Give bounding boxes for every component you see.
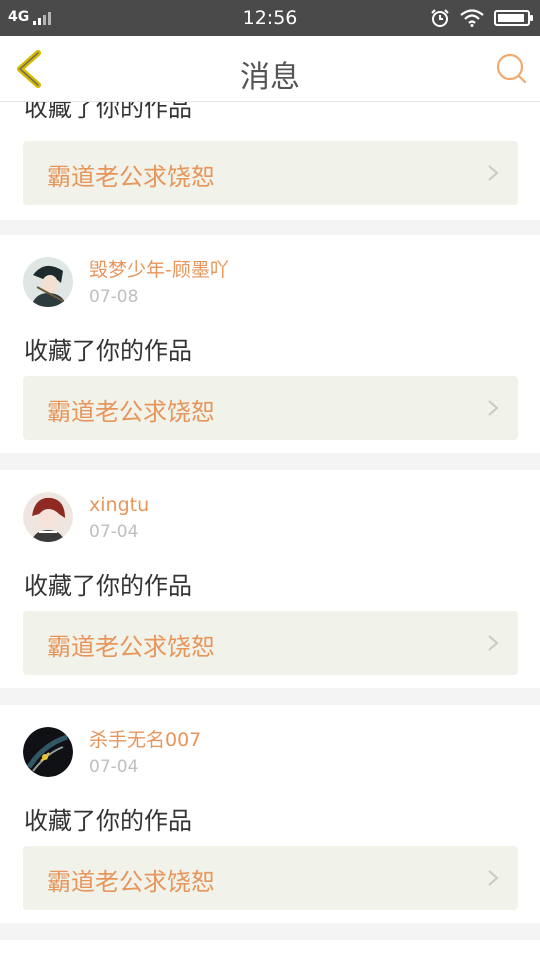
work-link[interactable]: 霸道老公求饶恕	[23, 846, 518, 910]
message-card: 收藏了你的作品 霸道老公求饶恕	[0, 102, 540, 220]
status-bar: 4G 12:56	[0, 0, 540, 36]
avatar[interactable]	[23, 492, 73, 542]
chevron-right-icon	[488, 400, 499, 416]
message-card	[0, 940, 540, 960]
message-date: 07-04	[89, 522, 139, 542]
message-date: 07-04	[89, 757, 139, 777]
action-text: 收藏了你的作品	[24, 102, 192, 122]
nav-bar: 消息	[0, 36, 540, 102]
chevron-right-icon	[488, 635, 499, 651]
alarm-icon	[431, 9, 449, 27]
battery-icon	[494, 10, 533, 26]
action-text: 收藏了你的作品	[24, 337, 192, 365]
wifi-icon	[460, 9, 484, 27]
search-icon[interactable]	[494, 50, 528, 86]
chevron-right-icon	[488, 870, 499, 886]
avatar[interactable]	[23, 727, 73, 777]
work-link[interactable]: 霸道老公求饶恕	[23, 376, 518, 440]
work-title: 霸道老公求饶恕	[47, 398, 215, 426]
chevron-right-icon	[488, 165, 499, 181]
message-card: xingtu 07-04 收藏了你的作品 霸道老公求饶恕	[0, 470, 540, 688]
username[interactable]: xingtu	[89, 492, 149, 518]
work-title: 霸道老公求饶恕	[47, 633, 215, 661]
work-title: 霸道老公求饶恕	[47, 163, 215, 191]
avatar[interactable]	[23, 257, 73, 307]
action-text: 收藏了你的作品	[24, 572, 192, 600]
page-title: 消息	[240, 60, 300, 95]
username[interactable]: 毁梦少年-顾墨吖	[89, 257, 229, 283]
message-card: 毁梦少年-顾墨吖 07-08 收藏了你的作品 霸道老公求饶恕	[0, 235, 540, 453]
work-link[interactable]: 霸道老公求饶恕	[23, 141, 518, 205]
action-text: 收藏了你的作品	[24, 807, 192, 835]
message-list[interactable]: 收藏了你的作品 霸道老公求饶恕 毁梦少年-顾墨吖 07-08 收藏了你的作品 霸…	[0, 102, 540, 960]
username[interactable]: 杀手无名007	[89, 727, 201, 753]
work-link[interactable]: 霸道老公求饶恕	[23, 611, 518, 675]
work-title: 霸道老公求饶恕	[47, 868, 215, 896]
message-card: 杀手无名007 07-04 收藏了你的作品 霸道老公求饶恕	[0, 705, 540, 923]
message-date: 07-08	[89, 287, 139, 307]
